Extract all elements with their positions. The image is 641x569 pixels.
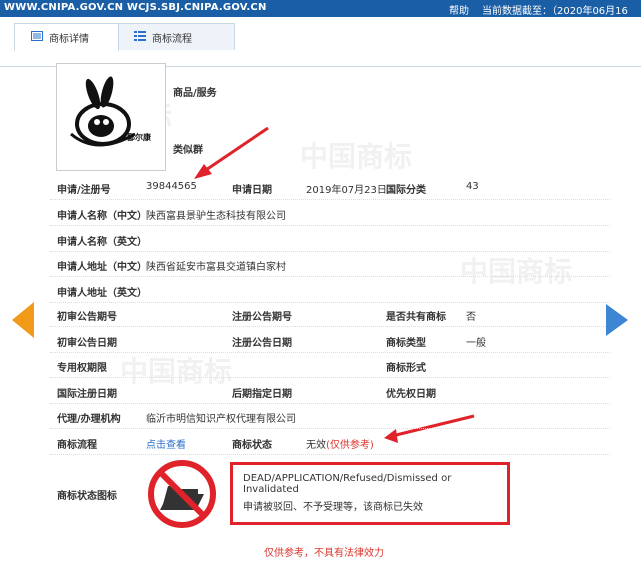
address-en-label: 申请人地址（英文） bbox=[57, 288, 147, 299]
reg-no-label: 申请/注册号 bbox=[57, 185, 111, 196]
status-description-box: DEAD/APPLICATION/Refused/Dismissed or In… bbox=[230, 462, 510, 525]
document-icon bbox=[31, 31, 43, 44]
address-cn-label: 申请人地址（中文） bbox=[57, 262, 147, 273]
arrow-line bbox=[391, 414, 475, 438]
arrow-head bbox=[384, 429, 398, 443]
row-divider bbox=[50, 403, 610, 404]
reg-no-value: 39844565 bbox=[146, 181, 197, 192]
shared-mark-label: 是否共有商标 bbox=[386, 312, 446, 323]
row-divider bbox=[50, 454, 610, 455]
row-divider bbox=[50, 276, 610, 277]
row-divider bbox=[50, 199, 610, 200]
app-date-label: 申请日期 bbox=[232, 185, 272, 196]
agent-value: 临沂市明信知识产权代理有限公司 bbox=[146, 414, 296, 425]
applicant-en-label: 申请人名称（英文） bbox=[57, 237, 147, 248]
prelim-issue-label: 初审公告期号 bbox=[57, 312, 117, 323]
mark-type-value: 一般 bbox=[466, 338, 486, 349]
status-chinese: 申请被驳回、不予受理等，该商标已失效 bbox=[243, 502, 423, 513]
flow-label: 商标流程 bbox=[57, 440, 97, 451]
applicant-cn-label: 申请人名称（中文） bbox=[57, 211, 147, 222]
app-date-value: 2019年07月23日 bbox=[306, 185, 387, 196]
status-text: 无效 bbox=[306, 440, 326, 451]
priority-date-label: 优先权日期 bbox=[386, 389, 436, 400]
next-arrow-icon[interactable] bbox=[606, 304, 628, 336]
row-divider bbox=[50, 326, 610, 327]
row-divider bbox=[50, 251, 610, 252]
status-english: DEAD/APPLICATION/Refused/Dismissed or In… bbox=[243, 473, 452, 495]
disclaimer: 仅供参考，不具有法律效力 bbox=[264, 548, 384, 559]
exclusive-period-label: 专用权期限 bbox=[57, 363, 107, 374]
status-icon-label: 商标状态图标 bbox=[57, 491, 117, 502]
applicant-cn-value: 陕西富县景驴生态科技有限公司 bbox=[146, 211, 286, 222]
later-date-label: 后期指定日期 bbox=[232, 389, 292, 400]
row-divider bbox=[50, 225, 610, 226]
reg-date-label: 注册公告日期 bbox=[232, 338, 292, 349]
reg-issue-label: 注册公告期号 bbox=[232, 312, 292, 323]
shared-mark-value: 否 bbox=[466, 312, 476, 323]
row-divider bbox=[50, 302, 610, 303]
prelim-date-label: 初审公告日期 bbox=[57, 338, 117, 349]
intl-class-label: 国际分类 bbox=[386, 185, 426, 196]
address-cn-value: 陕西省延安市富县交道镇白家村 bbox=[146, 262, 286, 273]
tab-label: 商标详情 bbox=[49, 34, 89, 45]
tab-trademark-details[interactable]: 商标详情 bbox=[14, 23, 119, 51]
status-note: (仅供参考) bbox=[326, 440, 374, 451]
row-divider bbox=[50, 377, 610, 378]
intl-class-value: 43 bbox=[466, 181, 479, 192]
dead-status-icon bbox=[146, 458, 218, 530]
agent-label: 代理/办理机构 bbox=[57, 414, 121, 425]
prev-arrow-icon[interactable] bbox=[12, 302, 34, 338]
flow-link[interactable]: 点击查看 bbox=[146, 436, 186, 451]
mark-form-label: 商标形式 bbox=[386, 363, 426, 374]
row-divider bbox=[50, 428, 610, 429]
intl-reg-date-label: 国际注册日期 bbox=[57, 389, 117, 400]
status-label: 商标状态 bbox=[232, 440, 272, 451]
mark-type-label: 商标类型 bbox=[386, 338, 426, 349]
arrow-line bbox=[199, 126, 269, 176]
row-divider bbox=[50, 352, 610, 353]
status-value: 无效(仅供参考) bbox=[306, 436, 374, 451]
